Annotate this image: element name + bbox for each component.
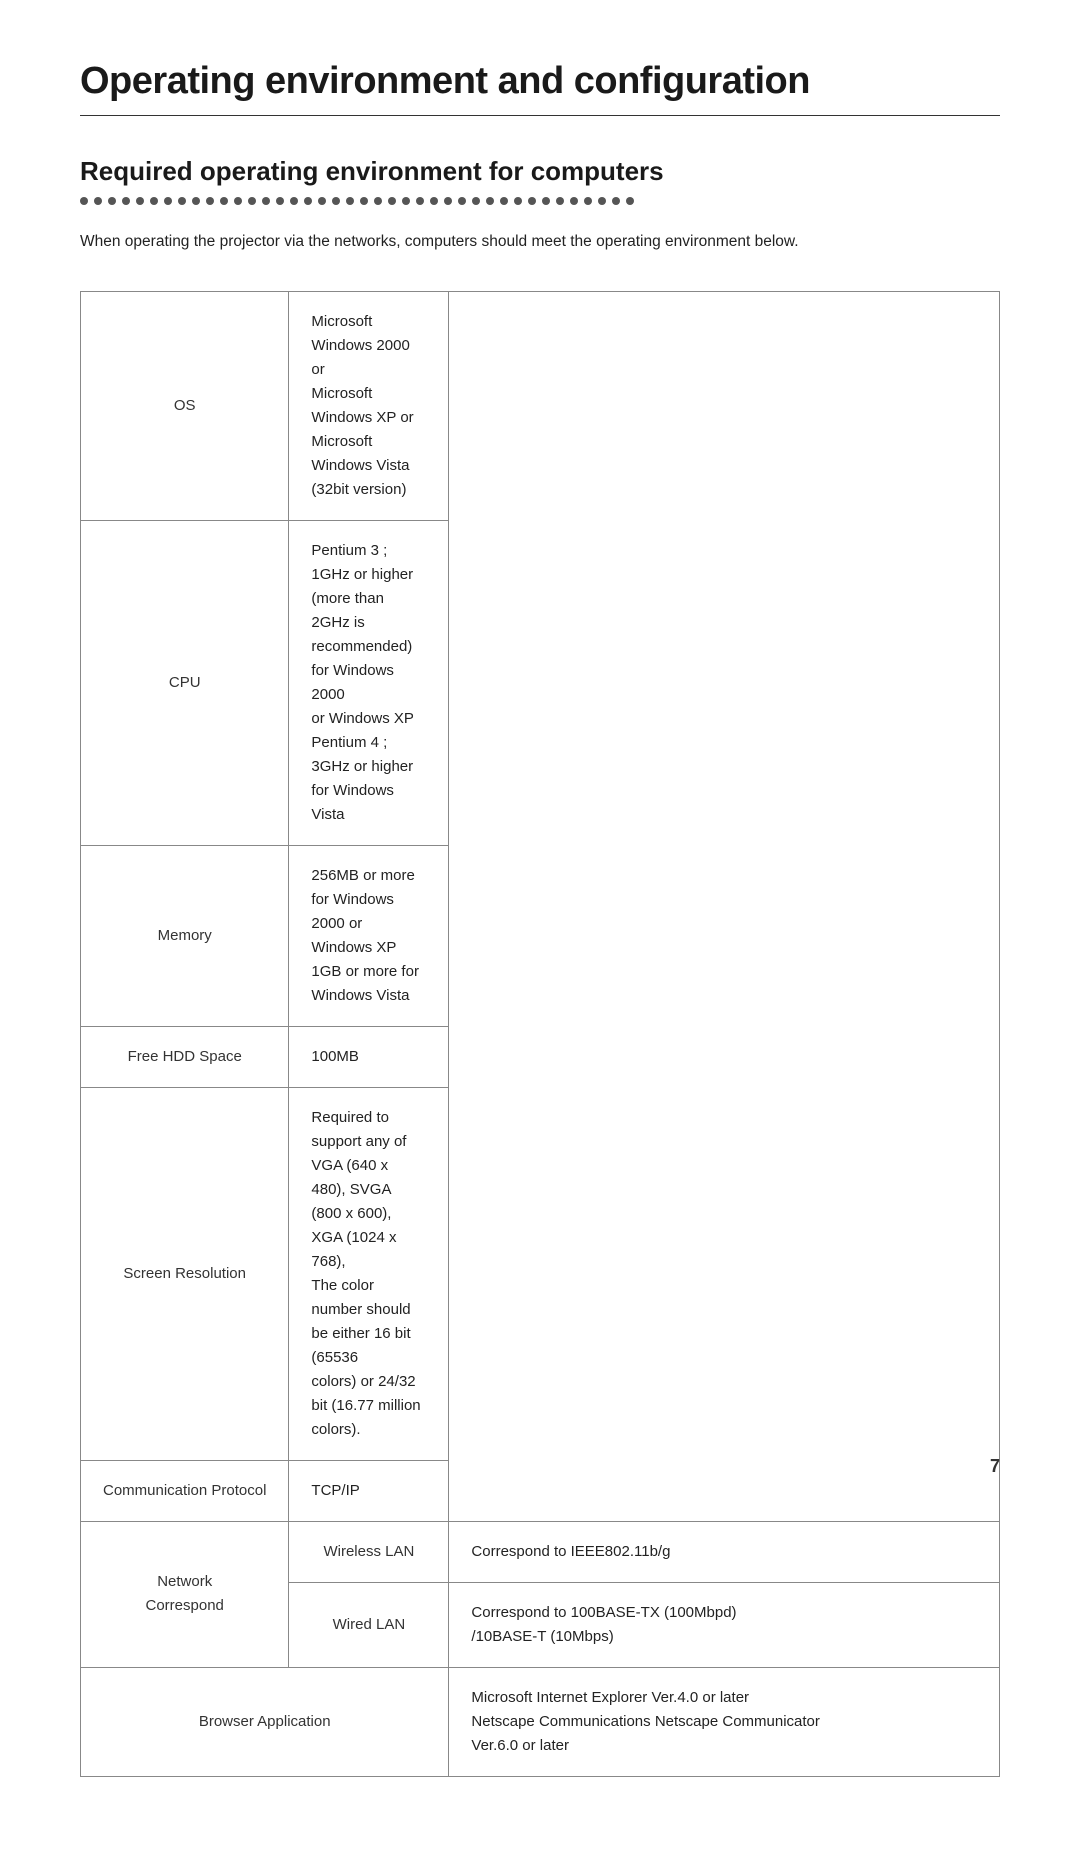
- dot: [164, 197, 172, 205]
- network-row: NetworkCorrespondWireless LANCorrespond …: [81, 1521, 1000, 1582]
- dot: [80, 197, 88, 205]
- table-row: Free HDD Space100MB: [81, 1026, 1000, 1087]
- dot: [374, 197, 382, 205]
- dot: [318, 197, 326, 205]
- page-number: 7: [990, 1456, 1000, 1477]
- dot: [612, 197, 620, 205]
- dot: [346, 197, 354, 205]
- row-label: Memory: [81, 845, 289, 1026]
- network-row-value: Correspond to IEEE802.11b/g: [449, 1521, 1000, 1582]
- dot: [192, 197, 200, 205]
- dot: [514, 197, 522, 205]
- network-group-label: NetworkCorrespond: [81, 1521, 289, 1667]
- dot: [360, 197, 368, 205]
- table-row: CPUPentium 3 ; 1GHz or higher(more than …: [81, 520, 1000, 845]
- dot: [276, 197, 284, 205]
- table-row: Memory256MB or more for Windows 2000 or …: [81, 845, 1000, 1026]
- dot: [178, 197, 186, 205]
- network-sub-label: Wired LAN: [289, 1582, 449, 1667]
- page-title: Operating environment and configuration: [80, 60, 1000, 103]
- dot: [248, 197, 256, 205]
- dot: [584, 197, 592, 205]
- dot: [486, 197, 494, 205]
- row-value: 100MB: [289, 1026, 449, 1087]
- dot: [388, 197, 396, 205]
- dot: [136, 197, 144, 205]
- dot: [430, 197, 438, 205]
- row-label: Free HDD Space: [81, 1026, 289, 1087]
- title-divider: [80, 115, 1000, 116]
- browser-value: Microsoft Internet Explorer Ver.4.0 or l…: [449, 1667, 1000, 1776]
- dots-decoration: [80, 197, 1000, 205]
- dot: [150, 197, 158, 205]
- row-label: Communication Protocol: [81, 1460, 289, 1521]
- dot: [402, 197, 410, 205]
- dot: [444, 197, 452, 205]
- row-label: CPU: [81, 520, 289, 845]
- dot: [556, 197, 564, 205]
- dot: [206, 197, 214, 205]
- intro-text: When operating the projector via the net…: [80, 229, 1000, 255]
- row-value: 256MB or more for Windows 2000 or Window…: [289, 845, 449, 1026]
- browser-label: Browser Application: [81, 1667, 449, 1776]
- dot: [570, 197, 578, 205]
- dot: [500, 197, 508, 205]
- row-label: Screen Resolution: [81, 1087, 289, 1460]
- table-row: Communication ProtocolTCP/IP: [81, 1460, 1000, 1521]
- row-value: TCP/IP: [289, 1460, 449, 1521]
- browser-row: Browser ApplicationMicrosoft Internet Ex…: [81, 1667, 1000, 1776]
- section-title: Required operating environment for compu…: [80, 156, 1000, 187]
- dot: [626, 197, 634, 205]
- dot: [262, 197, 270, 205]
- row-value: Required to support any of VGA (640 x 48…: [289, 1087, 449, 1460]
- row-value: Pentium 3 ; 1GHz or higher(more than 2GH…: [289, 520, 449, 845]
- dot: [472, 197, 480, 205]
- dot: [290, 197, 298, 205]
- dot: [234, 197, 242, 205]
- dot: [108, 197, 116, 205]
- row-label: OS: [81, 291, 289, 520]
- network-sub-label: Wireless LAN: [289, 1521, 449, 1582]
- dot: [304, 197, 312, 205]
- dot: [94, 197, 102, 205]
- dot: [528, 197, 536, 205]
- dot: [416, 197, 424, 205]
- dot: [458, 197, 466, 205]
- spec-table: OSMicrosoft Windows 2000 orMicrosoft Win…: [80, 291, 1000, 1777]
- dot: [598, 197, 606, 205]
- dot: [332, 197, 340, 205]
- dot: [122, 197, 130, 205]
- row-value: Microsoft Windows 2000 orMicrosoft Windo…: [289, 291, 449, 520]
- table-row: Screen ResolutionRequired to support any…: [81, 1087, 1000, 1460]
- dot: [542, 197, 550, 205]
- dot: [220, 197, 228, 205]
- network-row-value: Correspond to 100BASE-TX (100Mbpd)/10BAS…: [449, 1582, 1000, 1667]
- table-row: OSMicrosoft Windows 2000 orMicrosoft Win…: [81, 291, 1000, 520]
